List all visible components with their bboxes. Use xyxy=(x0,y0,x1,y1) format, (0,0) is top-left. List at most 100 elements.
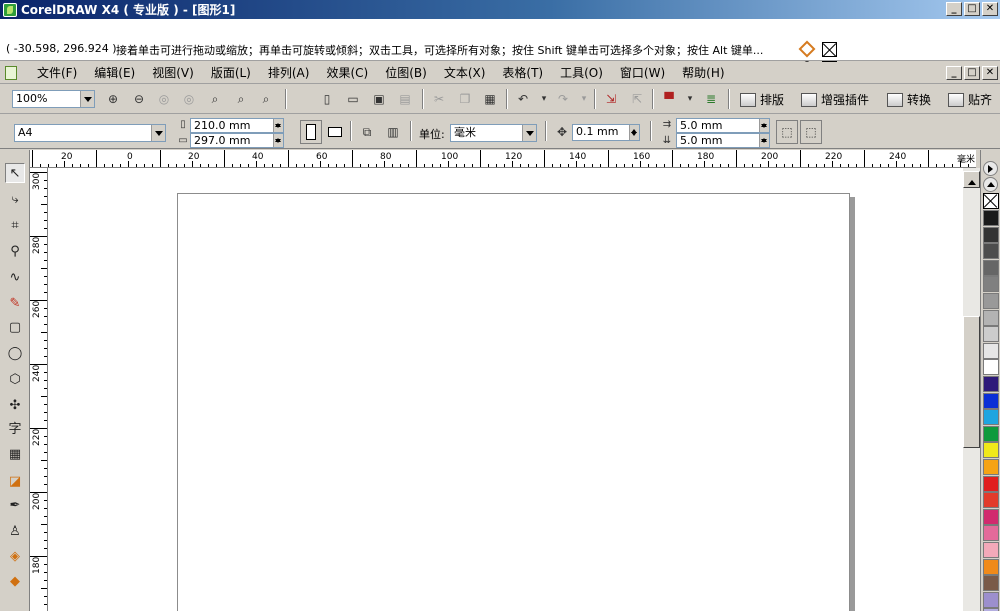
table-tool-icon[interactable]: ▦ xyxy=(5,444,25,464)
spinner-icon[interactable] xyxy=(273,134,283,147)
enhance-plugin-button[interactable]: 增强插件 xyxy=(801,91,869,108)
current-page-icon[interactable]: ▥ xyxy=(384,123,402,141)
text-tool-icon[interactable]: 字 xyxy=(5,417,25,437)
palette-color-swatch[interactable] xyxy=(983,293,999,309)
palette-color-swatch[interactable] xyxy=(983,525,999,542)
convert-button[interactable]: 转换 xyxy=(887,91,931,108)
application-launcher-icon[interactable]: ▀ xyxy=(660,90,678,108)
zoom-page-icon[interactable]: ⌕ xyxy=(206,90,224,108)
cut-icon[interactable]: ✂ xyxy=(430,90,448,108)
palette-color-swatch[interactable] xyxy=(983,442,999,459)
fill-color-swatch[interactable] xyxy=(822,42,837,57)
palette-color-swatch[interactable] xyxy=(983,575,999,592)
paper-size-select[interactable]: A4 xyxy=(14,124,166,142)
duplicate-distance-x-input[interactable]: 5.0 mm xyxy=(676,118,770,133)
close-button[interactable]: ✕ xyxy=(982,2,998,16)
page-width-input[interactable]: 210.0 mm xyxy=(190,118,284,133)
pick-tool-icon[interactable]: ↖ xyxy=(5,163,25,183)
palette-color-swatch[interactable] xyxy=(983,508,999,525)
palette-color-swatch[interactable] xyxy=(983,210,999,226)
redo-icon[interactable]: ↷ xyxy=(554,90,572,108)
maximize-button[interactable]: □ xyxy=(964,2,980,16)
undo-dropdown-icon[interactable]: ▾ xyxy=(535,90,553,108)
palette-color-swatch[interactable] xyxy=(983,376,999,392)
ellipse-tool-icon[interactable]: ◯ xyxy=(5,343,25,363)
basic-shapes-icon[interactable]: ✣ xyxy=(5,395,25,415)
document-page[interactable] xyxy=(177,193,850,611)
palette-color-swatch[interactable] xyxy=(983,475,999,492)
palette-color-swatch[interactable] xyxy=(983,425,999,442)
menu-file[interactable]: 文件(F) xyxy=(29,63,86,83)
units-select[interactable]: 毫米 xyxy=(450,124,537,142)
zoom-width-icon[interactable]: ⌕ xyxy=(232,90,250,108)
save-icon[interactable]: ▣ xyxy=(370,90,388,108)
welcome-screen-icon[interactable]: ≣ xyxy=(702,90,720,108)
launcher-dropdown-icon[interactable]: ▾ xyxy=(681,90,699,108)
document-icon[interactable] xyxy=(5,65,17,80)
palette-color-swatch[interactable] xyxy=(983,392,999,409)
export-icon[interactable]: ⇱ xyxy=(628,90,646,108)
zoom-tool-icon[interactable]: ⚲ xyxy=(5,241,25,261)
palette-color-swatch[interactable] xyxy=(983,359,999,376)
eyedropper-icon[interactable]: ✒ xyxy=(5,495,25,515)
palette-color-swatch[interactable] xyxy=(983,276,999,293)
no-color-swatch[interactable] xyxy=(983,193,999,209)
vertical-ruler[interactable]: 300 280 260 240 220 200 180 xyxy=(30,168,48,611)
freehand-tool-icon[interactable]: ∿ xyxy=(5,267,25,287)
palette-color-swatch[interactable] xyxy=(983,459,999,475)
crop-tool-icon[interactable]: ⌗ xyxy=(5,215,25,235)
paste-icon[interactable]: ▦ xyxy=(481,90,499,108)
zoom-out-icon[interactable]: ⊖ xyxy=(130,90,148,108)
menu-arrange[interactable]: 排列(A) xyxy=(260,63,319,83)
zoom-in-icon[interactable]: ⊕ xyxy=(104,90,122,108)
doc-restore-button[interactable]: □ xyxy=(964,66,980,80)
palette-color-swatch[interactable] xyxy=(983,243,999,260)
scroll-up-icon[interactable] xyxy=(963,171,980,188)
doc-close-button[interactable]: ✕ xyxy=(982,66,998,80)
interactive-fill-icon[interactable]: ◆ xyxy=(5,571,25,591)
print-icon[interactable]: ▤ xyxy=(396,90,414,108)
menu-effects[interactable]: 效果(C) xyxy=(318,63,377,83)
snap-button[interactable]: 贴齐 xyxy=(948,91,992,108)
spinner-icon[interactable] xyxy=(273,119,283,132)
outline-pen-icon[interactable]: ♙ xyxy=(5,521,25,541)
polygon-tool-icon[interactable]: ⬡ xyxy=(5,369,25,389)
palette-scroll-icon[interactable] xyxy=(983,161,998,176)
copy-icon[interactable]: ❐ xyxy=(456,90,474,108)
page-height-input[interactable]: 297.0 mm xyxy=(190,133,284,148)
spinner-icon[interactable] xyxy=(759,119,769,132)
drawing-canvas[interactable] xyxy=(48,168,963,611)
redo-dropdown-icon[interactable]: ▾ xyxy=(575,90,593,108)
vertical-scrollbar[interactable] xyxy=(963,168,980,611)
draw-bounding-box-button[interactable]: ⬚ xyxy=(800,120,822,144)
open-folder-icon[interactable]: ▭ xyxy=(344,90,362,108)
palette-color-swatch[interactable] xyxy=(983,309,999,326)
palette-color-swatch[interactable] xyxy=(983,342,999,359)
menu-text[interactable]: 文本(X) xyxy=(436,63,495,83)
undo-icon[interactable]: ↶ xyxy=(514,90,532,108)
nudge-distance-input[interactable]: 0.1 mm xyxy=(572,124,640,141)
menu-help[interactable]: 帮助(H) xyxy=(674,63,733,83)
menu-bitmaps[interactable]: 位图(B) xyxy=(377,63,436,83)
interactive-blend-icon[interactable]: ◪ xyxy=(5,471,25,491)
doc-minimize-button[interactable]: _ xyxy=(946,66,962,80)
menu-layout[interactable]: 版面(L) xyxy=(203,63,260,83)
zoom-selected-icon[interactable]: ◎ xyxy=(155,90,173,108)
palette-color-swatch[interactable] xyxy=(983,226,999,243)
all-pages-icon[interactable]: ⧉ xyxy=(358,123,376,141)
duplicate-distance-y-input[interactable]: 5.0 mm xyxy=(676,133,770,148)
palette-color-swatch[interactable] xyxy=(983,326,999,343)
palette-color-swatch[interactable] xyxy=(983,259,999,276)
minimize-button[interactable]: _ xyxy=(946,2,962,16)
rectangle-tool-icon[interactable]: ▢ xyxy=(5,317,25,337)
landscape-button[interactable] xyxy=(324,120,346,144)
menu-view[interactable]: 视图(V) xyxy=(144,63,203,83)
menu-window[interactable]: 窗口(W) xyxy=(612,63,674,83)
menu-tools[interactable]: 工具(O) xyxy=(552,63,612,83)
new-document-icon[interactable]: ▯ xyxy=(318,90,336,108)
palette-color-swatch[interactable] xyxy=(983,558,999,575)
horizontal-ruler[interactable]: 20 0 20 40 60 80 100 120 140 160 180 200… xyxy=(30,150,976,168)
spinner-icon[interactable] xyxy=(629,125,639,140)
menu-edit[interactable]: 编辑(E) xyxy=(86,63,144,83)
treat-as-filled-button[interactable]: ⬚ xyxy=(776,120,798,144)
